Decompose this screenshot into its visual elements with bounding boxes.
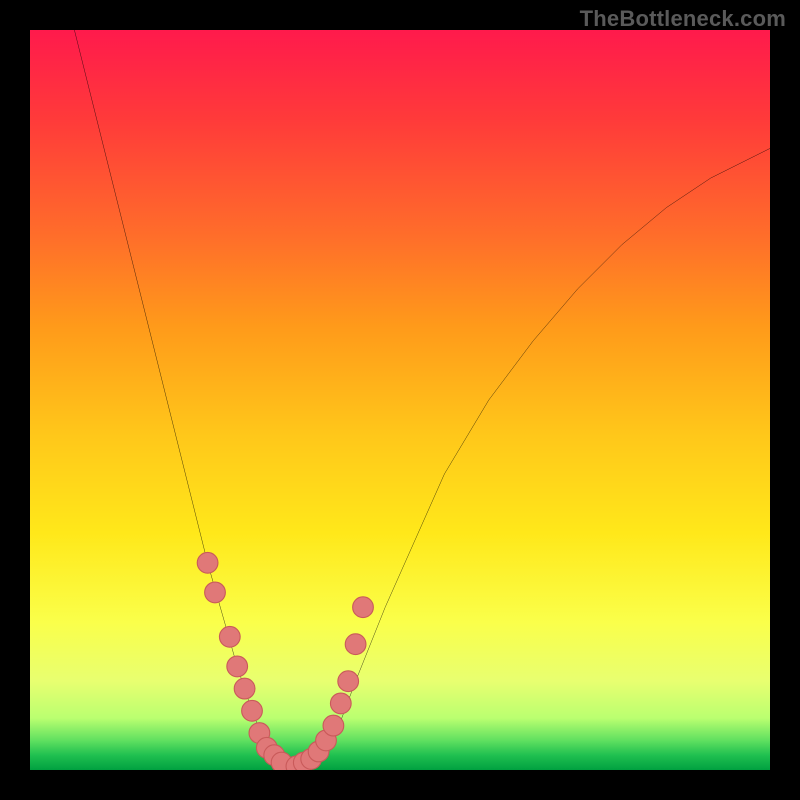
plot-area: [30, 30, 770, 770]
curve-marker: [197, 552, 218, 573]
curve-marker: [345, 634, 366, 655]
chart-frame: TheBottleneck.com: [0, 0, 800, 800]
curve-marker: [227, 656, 248, 677]
curve-marker: [353, 597, 374, 618]
watermark-text: TheBottleneck.com: [580, 6, 786, 32]
curve-markers-left: [197, 552, 292, 770]
chart-svg: [30, 30, 770, 770]
bottleneck-curve: [74, 30, 770, 766]
curve-marker: [205, 582, 226, 603]
curve-marker: [338, 671, 359, 692]
curve-marker: [323, 715, 344, 736]
curve-marker: [242, 700, 263, 721]
curve-marker: [219, 626, 240, 647]
curve-markers-right: [286, 597, 373, 770]
curve-marker: [234, 678, 255, 699]
curve-marker: [330, 693, 351, 714]
